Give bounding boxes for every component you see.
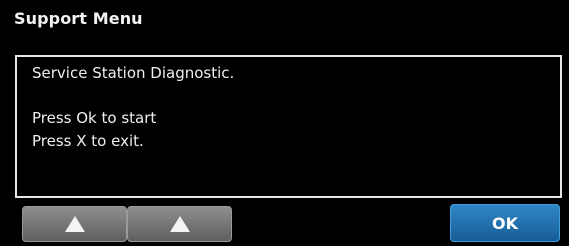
triangle-up-icon [169,216,190,232]
message-line-1: Service Station Diagnostic. [32,64,235,82]
page-title: Support Menu [14,9,143,28]
ok-button[interactable]: OK [450,204,560,242]
up-button-1[interactable] [22,206,127,242]
message-panel: Service Station Diagnostic. Press Ok to … [15,55,562,198]
message-line-2: Press Ok to start [32,109,157,127]
support-menu-screen: Support Menu Service Station Diagnostic.… [0,0,569,246]
triangle-up-icon [64,216,85,232]
message-line-3: Press X to exit. [32,132,144,150]
up-button-2[interactable] [127,206,232,242]
